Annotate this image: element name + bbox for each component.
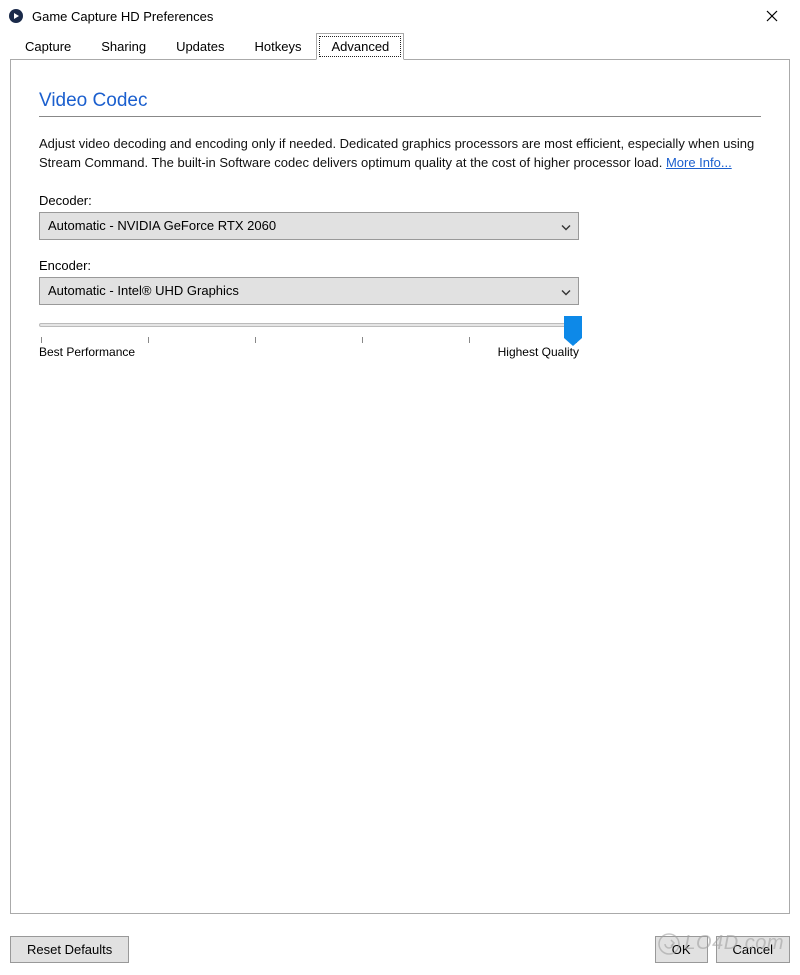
tab-capture[interactable]: Capture (10, 33, 86, 60)
ok-button[interactable]: OK (655, 936, 708, 963)
reset-defaults-button[interactable]: Reset Defaults (10, 936, 129, 963)
tab-advanced[interactable]: Advanced (316, 33, 404, 60)
section-title-video-codec: Video Codec (39, 90, 761, 117)
titlebar: Game Capture HD Preferences (0, 0, 800, 32)
slider-thumb[interactable] (564, 316, 582, 338)
tab-strip: Capture Sharing Updates Hotkeys Advanced (0, 32, 800, 59)
decoder-selected-value: Automatic - NVIDIA GeForce RTX 2060 (48, 218, 276, 233)
encoder-selected-value: Automatic - Intel® UHD Graphics (48, 283, 239, 298)
slider-ticks (39, 337, 579, 343)
quality-slider[interactable]: Best Performance Highest Quality (39, 323, 579, 359)
close-button[interactable] (752, 2, 792, 30)
encoder-select[interactable]: Automatic - Intel® UHD Graphics (39, 277, 579, 305)
section-description: Adjust video decoding and encoding only … (39, 135, 761, 173)
app-icon (8, 8, 24, 24)
tab-sharing[interactable]: Sharing (86, 33, 161, 60)
bottom-bar: Reset Defaults OK Cancel (10, 936, 790, 963)
description-text: Adjust video decoding and encoding only … (39, 136, 754, 170)
cancel-button[interactable]: Cancel (716, 936, 790, 963)
slider-label-left: Best Performance (39, 345, 135, 359)
encoder-label: Encoder: (39, 258, 761, 273)
tab-updates[interactable]: Updates (161, 33, 239, 60)
window-title: Game Capture HD Preferences (32, 9, 752, 24)
decoder-select[interactable]: Automatic - NVIDIA GeForce RTX 2060 (39, 212, 579, 240)
tab-hotkeys[interactable]: Hotkeys (239, 33, 316, 60)
tab-panel-advanced: Video Codec Adjust video decoding and en… (10, 59, 790, 914)
slider-label-right: Highest Quality (498, 345, 579, 359)
decoder-label: Decoder: (39, 193, 761, 208)
more-info-link[interactable]: More Info... (666, 155, 732, 170)
slider-track (39, 323, 579, 327)
